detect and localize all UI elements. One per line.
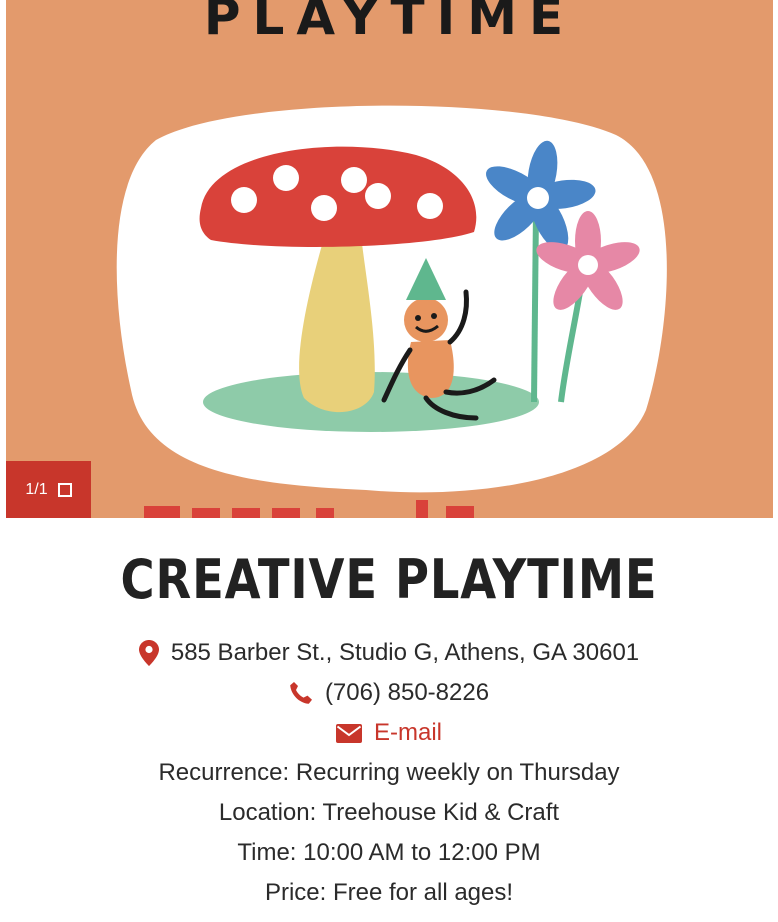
phone-row: (706) 850-8226 — [0, 673, 778, 713]
image-heading-text: PLAYTIME — [203, 0, 576, 46]
gallery-counter-button[interactable]: 1/1 — [6, 461, 91, 518]
phone-icon — [290, 682, 312, 704]
email-row: E-mail — [0, 713, 778, 753]
price-text: Price: Free for all ages! — [264, 879, 514, 906]
phone-number[interactable]: (706) 850-8226 — [325, 673, 489, 713]
address-text[interactable]: 585 Barber St., Studio G, Athens, GA 306… — [171, 633, 639, 673]
fullscreen-icon[interactable] — [57, 482, 72, 497]
event-details: 585 Barber St., Studio G, Athens, GA 306… — [0, 633, 778, 913]
location-text: Location: Treehouse Kid & Craft — [218, 799, 560, 826]
recurrence-text: Recurrence: Recurring weekly on Thursday — [158, 759, 620, 786]
email-link[interactable]: E-mail — [374, 713, 442, 753]
envelope-icon — [335, 723, 362, 743]
event-title: CREATIVE PLAYTIME — [120, 548, 658, 611]
time-text: Time: 10:00 AM to 12:00 PM — [237, 839, 541, 866]
playtime-illustration — [116, 105, 667, 518]
event-image[interactable]: PLAYTIME — [6, 0, 773, 518]
map-pin-icon — [138, 640, 159, 666]
address-row: 585 Barber St., Studio G, Athens, GA 306… — [0, 633, 778, 673]
gallery-counter: 1/1 — [25, 480, 48, 498]
